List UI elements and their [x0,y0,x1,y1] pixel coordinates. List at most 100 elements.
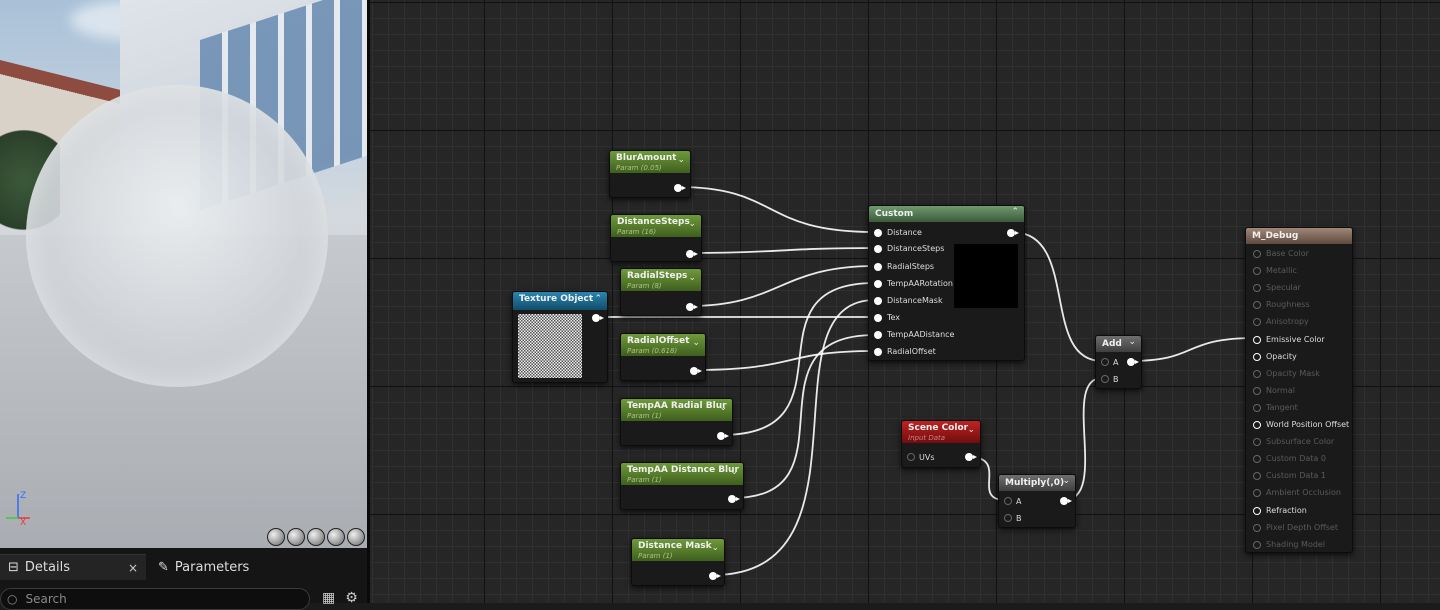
input-pin[interactable] [1253,284,1261,293]
chevron-down-icon[interactable]: ⌄ [730,467,738,477]
add-node[interactable]: Add ⌄ A B [1095,335,1142,389]
input-pin[interactable] [874,314,882,322]
input-pin[interactable] [874,280,882,288]
chevron-down-icon[interactable]: ⌄ [677,155,685,165]
input-pin[interactable] [874,245,882,253]
scene-color-node[interactable]: Scene Color Input Data ⌄ UVs [901,420,981,468]
output-pin[interactable] [686,250,698,258]
node-subtitle: Param (1) [627,412,662,420]
input-pin[interactable] [1253,335,1261,344]
chevron-down-icon[interactable]: ⌄ [1062,476,1070,486]
output-pin[interactable] [709,572,721,580]
param-node-radialsteps[interactable]: RadialSteps Param (8) ⌄ [620,268,702,316]
texture-object-node[interactable]: Texture Object ⌃ [512,291,608,383]
input-pin[interactable] [874,297,882,305]
chevron-down-icon[interactable]: ⌄ [692,338,700,348]
tab-parameters[interactable]: ✎ Parameters [150,554,330,580]
tab-parameters-label: Parameters [174,559,250,575]
pin-label: Refraction [1266,505,1307,515]
pin-label: Metallic [1266,266,1297,276]
table-view-icon[interactable]: ▦ [322,590,335,606]
input-pin[interactable] [1253,250,1261,258]
output-pin[interactable] [674,184,686,192]
output-pin[interactable] [1007,229,1019,237]
chevron-down-icon[interactable]: ⌄ [1128,337,1136,347]
node-title: DistanceSteps [617,217,690,227]
cube-preview-icon[interactable] [327,528,345,546]
pin-label: Pixel Depth Offset [1266,522,1338,532]
output-pin[interactable] [965,453,977,461]
input-pin[interactable] [1253,489,1261,498]
output-pin[interactable] [1127,358,1139,366]
node-subtitle: Param (0.05) [616,164,662,172]
node-title: Multiply(,0) [1005,478,1065,488]
close-icon[interactable]: × [128,561,138,575]
input-pin[interactable] [1253,352,1261,361]
search-input[interactable]: ○ Search [0,588,310,610]
input-pin[interactable] [874,263,882,271]
sphere-preview-icon[interactable] [287,528,305,546]
chevron-down-icon[interactable]: ⌄ [688,219,696,229]
pin-label: Base Color [1266,249,1309,258]
input-pin[interactable] [874,229,882,237]
param-node-tempaa-radial-blur[interactable]: TempAA Radial Blur Param (1) ⌄ [620,398,733,446]
input-pin[interactable] [1101,375,1109,383]
param-node-tempaa-distance-blur[interactable]: TempAA Distance Blur Param (1) ⌄ [620,462,744,510]
preview-shape-buttons [267,528,365,546]
input-pin[interactable] [1004,497,1012,505]
input-pin[interactable] [1253,455,1261,464]
input-pin[interactable] [1253,540,1261,549]
material-result-node[interactable]: M_Debug Base Color Metallic Specular Roughn… [1245,227,1353,553]
input-pin[interactable] [1253,438,1261,447]
input-pin[interactable] [874,331,882,339]
output-pin[interactable] [690,367,702,375]
multiply-node[interactable]: Multiply(,0) ⌄ A B [998,474,1076,528]
output-pin[interactable] [728,495,740,503]
pin-label: Shading Model [1266,539,1326,549]
output-pin[interactable] [1060,497,1072,505]
pin-label: Opacity Mask [1266,368,1320,378]
chevron-down-icon[interactable]: ⌄ [688,273,696,283]
plane-preview-icon[interactable] [307,528,325,546]
chevron-down-icon[interactable]: ⌄ [719,403,727,413]
chevron-down-icon[interactable]: ⌄ [711,543,719,553]
pencil-icon: ✎ [158,559,169,575]
input-pin[interactable] [874,348,882,356]
input-pin[interactable] [1253,386,1261,395]
output-pin[interactable] [686,303,698,311]
input-pin[interactable] [1253,506,1261,515]
param-node-radialoffset[interactable]: RadialOffset Param (0.618) ⌄ [620,333,706,381]
chevron-up-icon[interactable]: ⌃ [1011,207,1019,217]
output-pin[interactable] [592,314,604,322]
custom-preview [954,244,1018,308]
custom-node[interactable]: Custom ⌃ Distance DistanceSteps RadialSte… [868,205,1025,361]
input-pin[interactable] [1253,301,1261,310]
pin-label: A [1016,497,1022,506]
input-pin[interactable] [1253,267,1261,276]
material-preview-viewport[interactable]: Z X [0,0,367,548]
chevron-up-icon[interactable]: ⌃ [594,294,602,304]
output-pin[interactable] [717,432,729,440]
pin-label: Roughness [1266,300,1310,310]
chevron-down-icon[interactable]: ⌄ [967,425,975,435]
input-pin[interactable] [1004,514,1012,522]
pin-label: Ambient Occlusion [1266,488,1341,498]
gear-icon[interactable]: ⚙ [345,590,358,606]
input-pin[interactable] [1253,369,1261,378]
param-node-distancesteps[interactable]: DistanceSteps Param (16) ⌄ [610,214,702,262]
cylinder-preview-icon[interactable] [267,528,285,546]
param-node-distance-mask[interactable]: Distance Mask Param (1) ⌄ [631,538,725,586]
input-pin[interactable] [1253,421,1261,429]
param-node-bluramount[interactable]: BlurAmount Param (0.05) ⌄ [609,150,691,198]
input-pin[interactable] [1253,318,1261,327]
input-pin[interactable] [1253,472,1261,481]
custom-mesh-preview-icon[interactable] [347,528,365,546]
axis-z-label: Z [20,491,26,501]
input-pin[interactable] [1253,403,1261,412]
input-pin[interactable] [907,453,915,461]
input-pin[interactable] [1101,358,1109,366]
input-pin[interactable] [1253,523,1261,532]
node-title: TempAA Distance Blur [627,465,739,475]
node-subtitle: Param (1) [638,552,673,560]
tab-details[interactable]: ⊟ Details × [0,554,146,580]
